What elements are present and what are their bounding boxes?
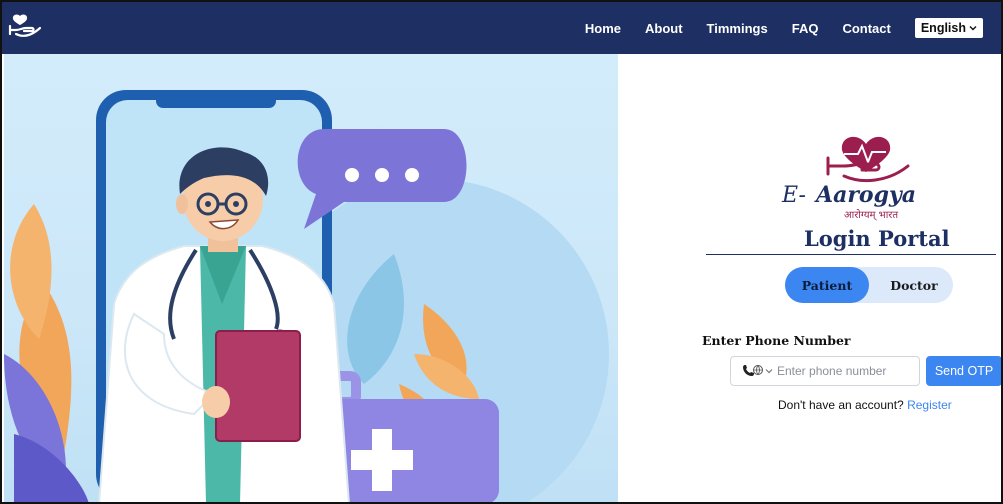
nav-faq[interactable]: FAQ <box>792 21 819 36</box>
register-prompt: Don't have an account? <box>778 398 904 412</box>
login-panel: E- Aarogya आरोग्यम् भारत Login Portal Pa… <box>618 54 1001 502</box>
register-link[interactable]: Register <box>907 398 952 412</box>
logo-icon[interactable] <box>8 12 42 42</box>
phone-input[interactable] <box>777 364 907 378</box>
tab-patient[interactable]: Patient <box>785 267 869 303</box>
nav-timmings[interactable]: Timmings <box>707 21 768 36</box>
role-toggle: Patient Doctor <box>785 267 953 303</box>
language-select[interactable]: English <box>914 18 983 38</box>
chevron-down-icon <box>765 369 773 374</box>
e-aarogya-logo: E- Aarogya आरोग्यम् भारत <box>781 136 916 221</box>
brand-tagline: आरोग्यम् भारत <box>844 209 898 221</box>
tab-doctor[interactable]: Doctor <box>881 271 947 299</box>
phone-label: Enter Phone Number <box>702 333 851 348</box>
nav-contact[interactable]: Contact <box>842 21 890 36</box>
nav-about[interactable]: About <box>645 21 683 36</box>
doctor-illustration <box>4 90 609 502</box>
hero-illustration <box>4 54 618 502</box>
brand-prefix: E- <box>781 183 806 208</box>
nav-links: Home About Timmings FAQ Contact English <box>585 2 1001 54</box>
nav-home[interactable]: Home <box>585 21 621 36</box>
leaf-decoration-left <box>4 204 89 502</box>
phone-globe-icon <box>743 365 763 376</box>
country-code-select[interactable] <box>731 364 773 378</box>
brand-name: Aarogya <box>814 182 916 208</box>
app-window: Home About Timmings FAQ Contact English <box>0 0 1003 504</box>
login-portal-title: Login Portal <box>804 226 950 251</box>
top-navbar: Home About Timmings FAQ Contact English <box>2 2 1001 54</box>
chevron-down-icon <box>969 26 977 31</box>
title-divider <box>706 254 996 255</box>
send-otp-button[interactable]: Send OTP <box>926 356 1001 386</box>
phone-field <box>730 356 920 386</box>
language-value: English <box>920 21 966 35</box>
register-prompt-row: Don't have an account? Register <box>778 398 952 412</box>
